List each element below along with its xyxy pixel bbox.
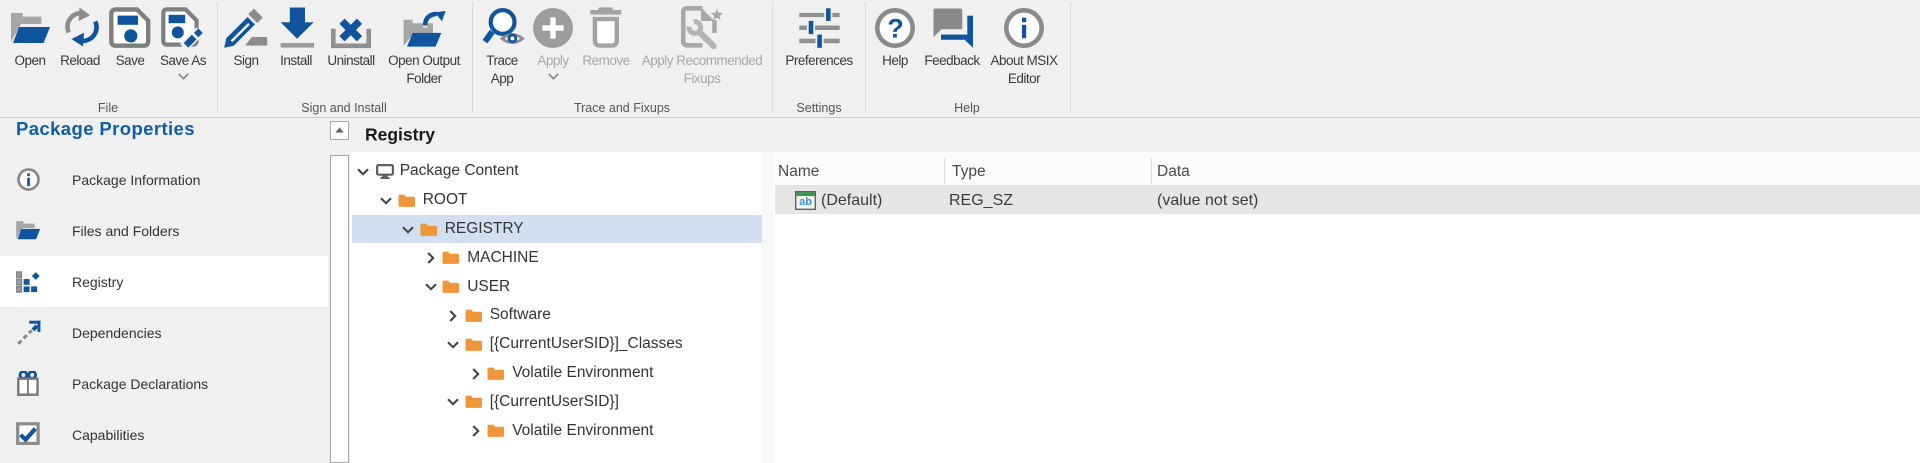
svg-text:ab: ab xyxy=(799,196,812,208)
svg-text:?: ? xyxy=(887,14,904,44)
